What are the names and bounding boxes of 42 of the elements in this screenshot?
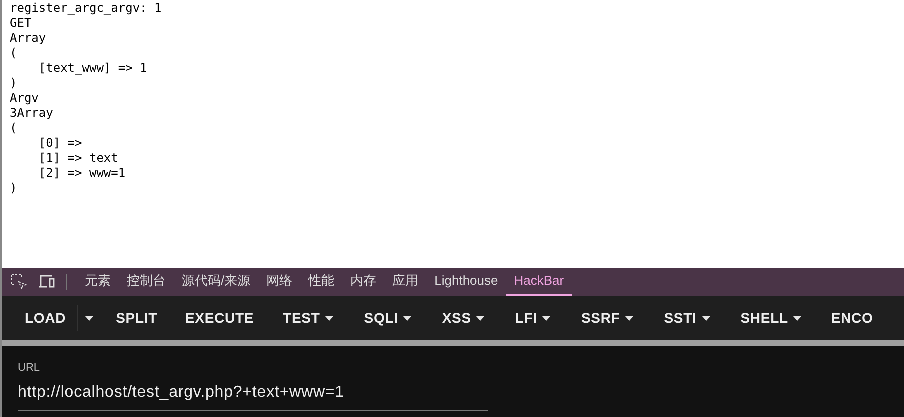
output-line: Array — [10, 31, 46, 46]
device-icon — [38, 274, 56, 290]
devtools-tab[interactable]: 网络 — [258, 268, 301, 296]
output-line: [1] => text — [38, 151, 118, 166]
devtools-tab[interactable]: 控制台 — [119, 268, 174, 296]
dropdown-button[interactable]: SQLI — [350, 300, 426, 336]
devtools-tab[interactable]: 元素 — [77, 268, 119, 296]
output-line: [text_www] => 1 — [38, 61, 148, 76]
devtools-tab[interactable]: 内存 — [342, 268, 385, 296]
caret-icon — [793, 316, 802, 320]
output-line: GET — [10, 16, 32, 31]
output-line: [0] => — [38, 136, 82, 151]
caret-icon — [625, 316, 634, 320]
output-line: Argv — [10, 91, 39, 106]
toolbar-button[interactable]: LOAD — [14, 300, 78, 336]
toolbar-button[interactable]: EXECUTE — [172, 300, 268, 336]
dropdown-button[interactable]: TEST — [269, 300, 348, 336]
dropdown-button[interactable]: XSS — [428, 300, 500, 336]
devtools-tab[interactable]: Lighthouse — [426, 268, 506, 296]
devtools-tab[interactable]: 应用 — [384, 268, 427, 296]
devtools-tab[interactable]: 性能 — [300, 268, 343, 296]
output-line: register_argc_argv: 1 — [10, 1, 162, 16]
output-line: ( — [10, 121, 18, 136]
dropdown-button[interactable]: SHELL — [726, 300, 816, 336]
output-line: ( — [10, 46, 18, 61]
output-line: ) — [10, 181, 18, 196]
caret-icon — [85, 316, 94, 320]
dropdown-button[interactable]: SSTI — [650, 300, 725, 336]
dropdown-button[interactable]: LFI — [501, 300, 566, 336]
toolbar-button[interactable]: ENCO — [818, 300, 886, 336]
caret-icon — [542, 316, 552, 320]
output-line: ) — [10, 76, 18, 91]
caret-icon — [476, 316, 486, 320]
caret-icon — [702, 316, 711, 320]
caret-icon — [403, 316, 412, 320]
dropdown-button[interactable]: SSRF — [567, 300, 648, 336]
caret-icon — [325, 316, 334, 320]
output-line: 3Array — [10, 106, 54, 121]
devtools-tab[interactable]: 源代码/来源 — [174, 268, 259, 296]
output-line: [2] => www=1 — [38, 166, 126, 181]
toolbar-button[interactable]: SPLIT — [103, 300, 170, 336]
inspect-icon — [11, 274, 27, 290]
